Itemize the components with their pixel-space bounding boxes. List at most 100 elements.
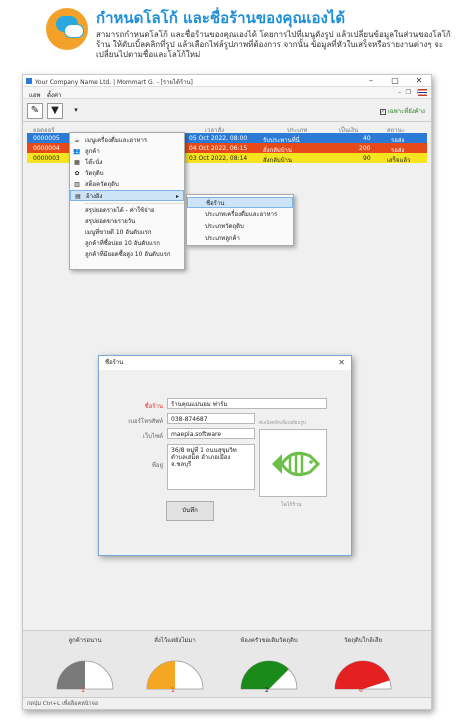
menu-item-label: โต๊ะนั่ง: [85, 159, 103, 166]
checkbox-check-icon: ✓: [379, 108, 386, 115]
gauge-value: 6: [359, 687, 363, 694]
address-field[interactable]: 36/8 หมู่ที่ 1 ถนนสุขุมวิท ตำบลเสม็ด อำเ…: [167, 444, 255, 490]
address-label: ที่อยู่: [151, 462, 163, 469]
menu-item-label: ลูกค้าที่ซื้อบ่อย 10 อันดับแรก: [85, 240, 160, 247]
page-title: กำหนดโลโก้ และชื่อร้านของคุณเองได้: [96, 9, 346, 27]
app-window: Your Company Name Ltd. | Mommart G. - [ร…: [22, 74, 432, 710]
toolbar: ✎ ▼ ▾ ✓ เฉพาะที่ยังค้าง: [23, 100, 431, 122]
reference-icon: ▤: [75, 193, 81, 200]
cell-type: สั่งกลับบ้าน: [263, 157, 292, 164]
cell-amount: 200: [359, 145, 371, 152]
cell-id: 0000004: [33, 145, 60, 152]
logo-hint: ดับเบิลคลิกเพื่อเปลี่ยนรูป: [259, 421, 306, 426]
close-button[interactable]: ✕: [407, 75, 431, 87]
gauge-waiting-customers: ลูกค้ารอนาน 1: [45, 635, 125, 695]
child-minimize-button[interactable]: –: [398, 89, 401, 96]
menu-item-label: ชื่อร้าน: [206, 200, 225, 207]
cell-time: 03 Oct 2022, 08:14: [189, 155, 248, 162]
gauge-expiring-ingredients: วัตถุดิบใกล้เสีย 6: [323, 635, 403, 695]
menu-item-stock[interactable]: ▥ สต็อควัตถุดิบ: [70, 179, 184, 190]
reference-submenu: ชื่อร้าน ประเภทเครื่องดื่มและอาหาร ประเภ…: [186, 194, 294, 246]
menu-item-label: สรุปยอดขายรายวัน: [85, 218, 136, 225]
toolbar-dropdown-button[interactable]: ▾: [71, 103, 81, 119]
gauge-dial: [334, 660, 392, 690]
cell-amount: 40: [363, 135, 371, 142]
context-menu: ☕ เมนูเครื่องดื่มและอาหาร 👥 ลูกค้า ▦ โต๊ะนั…: [69, 132, 185, 270]
filter-button[interactable]: ▼: [47, 103, 63, 119]
submenu-arrow-icon: ▸: [175, 193, 179, 200]
table-icon: ▦: [74, 159, 80, 166]
gauge-value: 1: [81, 687, 85, 694]
menu-item-label: สรุปยอดรายได้ - ค่าใช้จ่าย: [85, 207, 155, 214]
submenu-shop-name[interactable]: ชื่อร้าน: [187, 197, 293, 208]
cell-id: 0000003: [33, 155, 60, 162]
app-icon: [26, 78, 32, 84]
dialog-close-button[interactable]: ✕: [338, 358, 345, 367]
users-icon: 👥: [73, 148, 81, 155]
menu-item-income-summary[interactable]: สรุปยอดรายได้ - ค่าใช้จ่าย: [70, 205, 184, 216]
menu-item-ingredients[interactable]: ✿ วัตถุดิบ: [70, 168, 184, 179]
menu-item-top-menu[interactable]: เมนูที่ขายดี 10 อันดับแรก: [70, 227, 184, 238]
menu-settings[interactable]: ตั้งค่า: [47, 90, 61, 100]
menu-item-label: ประเภทเครื่องดื่มและอาหาร: [205, 211, 278, 218]
menu-item-daily-sales[interactable]: สรุปยอดขายรายวัน: [70, 216, 184, 227]
minimize-button[interactable]: –: [359, 75, 383, 87]
cup-icon: ☕: [74, 137, 80, 144]
shop-name-dialog: ชื่อร้าน ✕ ชื่อร้าน ร้านคุณแม่นอม ฟาร์ม …: [98, 355, 352, 556]
shop-logo-image[interactable]: [259, 429, 327, 497]
menu-item-drinks-food[interactable]: ☕ เมนูเครื่องดื่มและอาหาร: [70, 135, 184, 146]
child-restore-button[interactable]: ❐: [406, 89, 411, 96]
language-flag-icon[interactable]: [418, 89, 427, 96]
pending-only-label: เฉพาะที่ยังค้าง: [387, 108, 425, 115]
gauge-dial: [146, 660, 204, 690]
menu-item-tables[interactable]: ▦ โต๊ะนั่ง: [70, 157, 184, 168]
gauge-kitchen-restock: ห้องครัวขอเติมวัตถุดิบ 2: [229, 635, 309, 695]
status-bar: กดปุ่ม Ctrl+L เพื่อล็อคหน้าจอ: [23, 697, 431, 709]
ingredients-icon: ✿: [74, 170, 80, 177]
website-label: เว็บไซต์: [142, 433, 163, 440]
menu-divider: [84, 203, 184, 204]
edit-pencil-button[interactable]: ✎: [27, 103, 43, 119]
menubar: แอพ ตั้งค่า – ❐ ✕: [23, 87, 431, 99]
menu-item-reference[interactable]: ▤ อ้างอิง ▸: [70, 190, 184, 201]
phone-label: เบอร์โทรศัพท์: [128, 418, 163, 425]
window-title: Your Company Name Ltd. | Mommart G. - [ร…: [35, 79, 193, 86]
save-button[interactable]: บันทึก: [166, 501, 214, 521]
cell-id: 0000005: [33, 135, 60, 142]
menu-item-label: ประเภทลูกค้า: [205, 235, 240, 242]
menu-item-label: ประเภทวัตถุดิบ: [205, 223, 244, 230]
cell-amount: 90: [363, 155, 371, 162]
menu-app[interactable]: แอพ: [29, 90, 40, 100]
submenu-ingredient-type[interactable]: ประเภทวัตถุดิบ: [187, 221, 293, 232]
gauge-dial: [240, 660, 298, 690]
window-titlebar: Your Company Name Ltd. | Mommart G. - [ร…: [23, 75, 431, 87]
phone-field[interactable]: 038-874687: [167, 413, 255, 424]
menu-item-label: อ้างอิง: [86, 193, 103, 200]
shop-name-field[interactable]: ร้านคุณแม่นอม ฟาร์ม: [167, 398, 327, 409]
submenu-customer-type[interactable]: ประเภทลูกค้า: [187, 233, 293, 244]
fish-logo-icon: [272, 451, 321, 477]
gauge-pending-orders: สั่งไว้แต่ยังไม่มา 1: [135, 635, 215, 695]
menu-item-customers[interactable]: 👥 ลูกค้า: [70, 146, 184, 157]
alert-gauges: ลูกค้ารอนาน 1 สั่งไว้แต่ยังไม่มา 1 ห้องค…: [23, 630, 431, 698]
pending-only-checkbox[interactable]: ✓ เฉพาะที่ยังค้าง: [379, 106, 425, 116]
menu-item-label: เมนูที่ขายดี 10 อันดับแรก: [85, 229, 152, 236]
menu-item-label: ลูกค้า: [85, 148, 100, 155]
logo-label: โลโก้ร้าน: [281, 502, 302, 508]
dialog-title: ชื่อร้าน: [99, 356, 351, 370]
website-field[interactable]: maepla.software: [167, 428, 255, 439]
menu-item-label: วัตถุดิบ: [85, 170, 104, 177]
menu-item-label: เมนูเครื่องดื่มและอาหาร: [85, 137, 148, 144]
gauge-value: 2: [265, 687, 269, 694]
maximize-button[interactable]: □: [383, 75, 407, 87]
stock-chart-icon: ▥: [74, 181, 80, 188]
menu-item-label: ลูกค้าที่มียอดซื้อสูง 10 อันดับแรก: [85, 251, 171, 258]
submenu-drink-food-type[interactable]: ประเภทเครื่องดื่มและอาหาร: [187, 209, 293, 220]
cell-status: เสร็จแล้ว: [387, 157, 411, 164]
menu-item-top-spenders[interactable]: ลูกค้าที่มียอดซื้อสูง 10 อันดับแรก: [70, 249, 184, 260]
menu-item-frequent-customers[interactable]: ลูกค้าที่ซื้อบ่อย 10 อันดับแรก: [70, 238, 184, 249]
gauge-dial: [56, 660, 114, 690]
chat-bubble-icon: [64, 24, 84, 38]
gauge-value: 1: [171, 687, 175, 694]
page-description: สามารถกำหนดโลโก้ และชื่อร้านของคุณเองได้…: [96, 30, 451, 59]
